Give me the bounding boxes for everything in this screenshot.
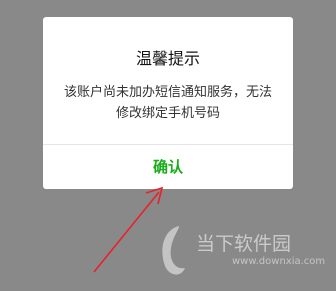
screen: 温馨提示 该账户尚未加办短信通知服务，无法 修改绑定手机号码 确认 当下软件园 … xyxy=(0,0,336,291)
arrow-head xyxy=(145,186,164,205)
watermark-url: www.downxia.com xyxy=(232,256,326,267)
watermark: 当下软件园 www.downxia.com xyxy=(150,220,336,291)
watermark-logo-icon xyxy=(162,226,185,275)
watermark-brand: 当下软件园 xyxy=(196,233,292,255)
